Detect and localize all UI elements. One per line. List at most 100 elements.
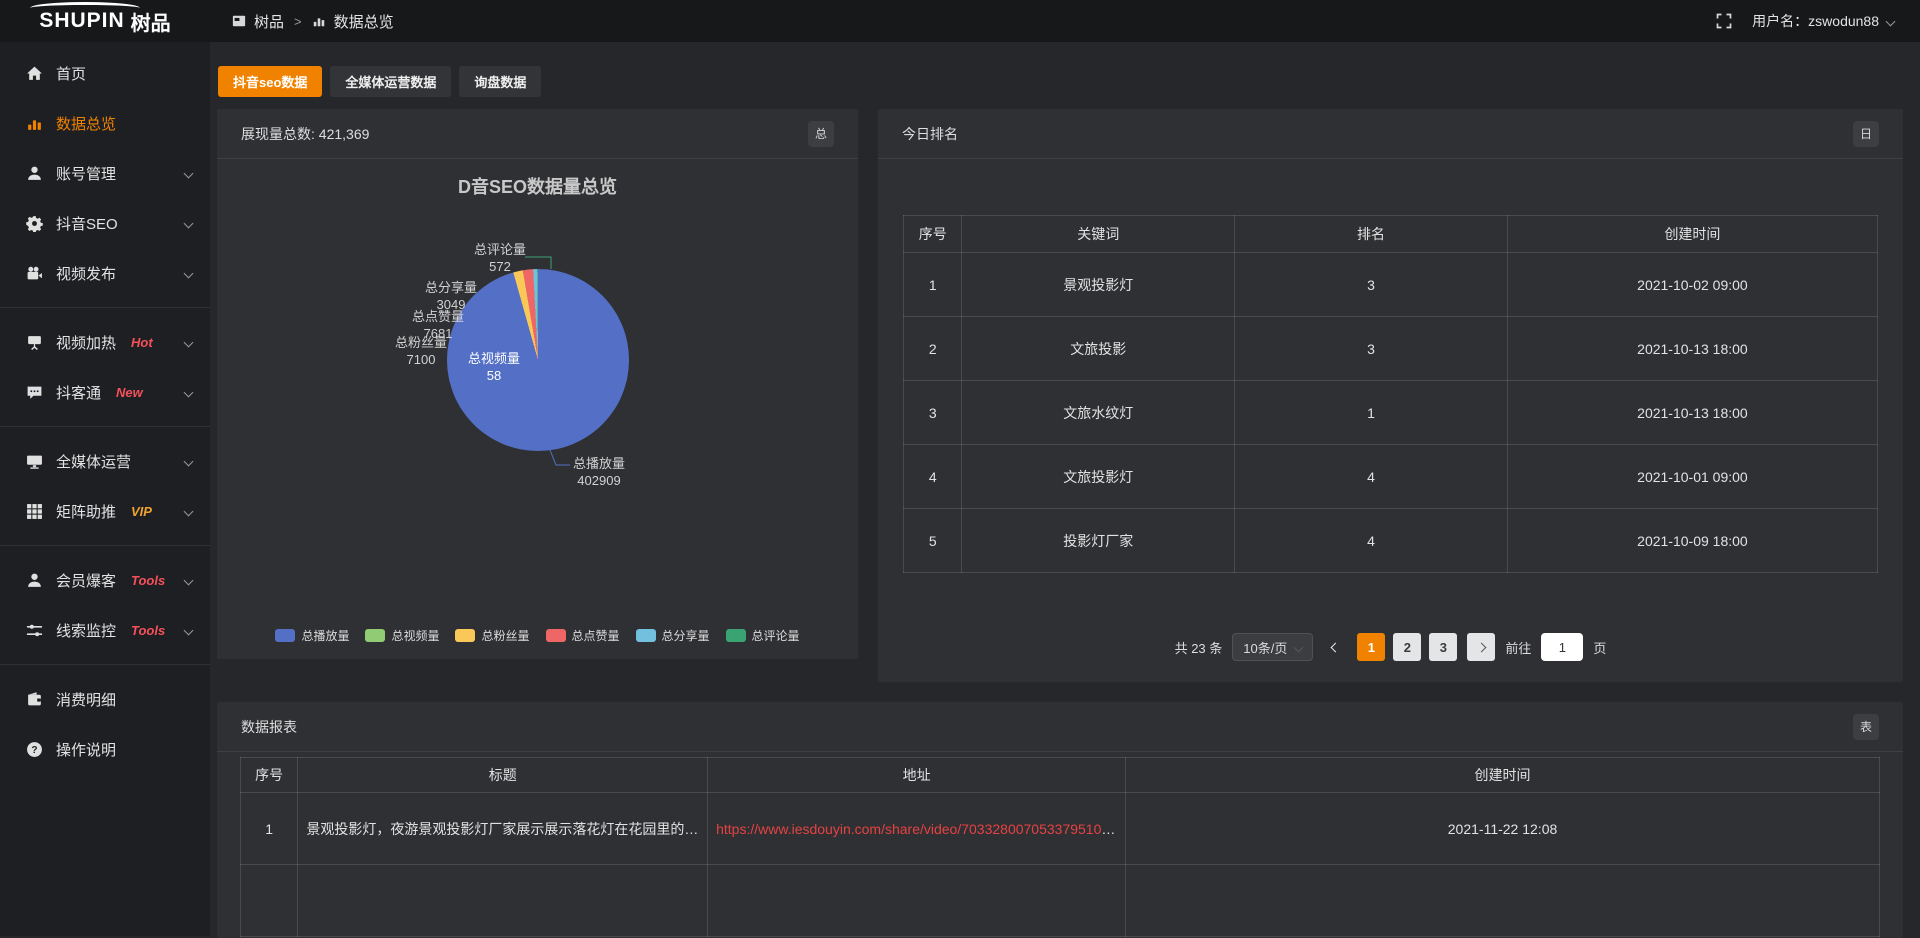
ranking-column-header: 排名 <box>1235 216 1508 253</box>
table-cell: 4 <box>904 445 962 509</box>
pager-pages: 123 <box>1357 633 1457 661</box>
bar-chart-icon <box>312 14 326 28</box>
report-table: 序号标题地址创建时间 1景观投影灯，夜游景观投影灯厂家展示展示落花灯在花园里的灯… <box>240 757 1880 937</box>
sidebar-item-media-operation[interactable]: 全媒体运营 <box>0 436 210 486</box>
chat-icon <box>26 384 43 401</box>
legend-label: 总播放量 <box>301 627 349 644</box>
table-cell: 文旅投影 <box>962 317 1235 381</box>
legend-label: 总点赞量 <box>572 627 620 644</box>
report-panel-title: 数据报表 <box>241 717 297 737</box>
goto-label: 前往 <box>1505 638 1531 657</box>
sidebar-item-data-overview[interactable]: 数据总览 <box>0 98 210 148</box>
ranking-column-header: 关键词 <box>962 216 1235 253</box>
total-count-label: 共 23 条 <box>1175 638 1223 657</box>
user-icon <box>26 165 43 182</box>
fullscreen-icon[interactable] <box>1716 13 1732 29</box>
impressions-total-label: 展现量总数: 421,369 <box>241 124 369 144</box>
legend-swatch <box>455 629 475 642</box>
sidebar-item-douketong[interactable]: 抖客通New <box>0 367 210 417</box>
sidebar-item-label: 会员爆客 <box>56 570 116 591</box>
table-row: 1景观投影灯，夜游景观投影灯厂家展示展示落花灯在花园里的灯光投影应用效果 #ht… <box>241 793 1880 865</box>
sidebar-divider <box>0 426 210 427</box>
bar-chart-icon <box>26 115 43 132</box>
legend-item[interactable]: 总点赞量 <box>546 627 620 644</box>
home-icon <box>26 65 43 82</box>
legend-swatch <box>636 629 656 642</box>
breadcrumb-separator: > <box>294 14 302 29</box>
table-cell: 3 <box>904 381 962 445</box>
breadcrumb-item-current[interactable]: 数据总览 <box>334 11 394 32</box>
total-badge-button[interactable]: 总 <box>808 121 834 147</box>
pie-label-fans: 总粉丝量 7100 <box>395 334 447 368</box>
top-bar: SHUPIN 树品 树品 > 数据总览 用户名：zswodun88 <box>0 0 1920 42</box>
table-cell: 景观投影灯 <box>962 253 1235 317</box>
menu-badge: VIP <box>131 504 152 519</box>
table-cell: 文旅水纹灯 <box>962 381 1235 445</box>
legend-item[interactable]: 总评论量 <box>726 627 800 644</box>
sidebar-item-label: 数据总览 <box>56 113 116 134</box>
tab-douyin-seo-data[interactable]: 抖音seo数据 <box>218 66 322 97</box>
pie-label-plays: 总播放量 402909 <box>573 455 625 489</box>
ranking-table: 序号关键词排名创建时间 1景观投影灯32021-10-02 09:002文旅投影… <box>903 215 1878 573</box>
sidebar-item-matrix-boost[interactable]: 矩阵助推VIP <box>0 486 210 536</box>
legend-item[interactable]: 总分享量 <box>636 627 710 644</box>
legend-swatch <box>726 629 746 642</box>
sidebar-item-label: 抖客通 <box>56 382 101 403</box>
sidebar-item-label: 全媒体运营 <box>56 451 131 472</box>
logo-text-cn: 树品 <box>131 7 171 36</box>
chevron-down-icon <box>184 625 194 635</box>
sidebar-item-video-heat[interactable]: 视频加热Hot <box>0 317 210 367</box>
sidebar-item-douyin-seo[interactable]: 抖音SEO <box>0 198 210 248</box>
report-column-header: 序号 <box>241 758 298 793</box>
table-cell: 文旅投影灯 <box>962 445 1235 509</box>
goto-page-input[interactable] <box>1541 633 1583 661</box>
sidebar-item-label: 消费明细 <box>56 689 116 710</box>
impressions-panel: 展现量总数: 421,369 总 D音SEO数据量总览 总评论量 572 <box>217 109 858 659</box>
ranking-panel-header: 今日排名 日 <box>878 109 1903 159</box>
legend-item[interactable]: 总粉丝量 <box>455 627 529 644</box>
legend-label: 总视频量 <box>391 627 439 644</box>
wallet-icon <box>26 691 43 708</box>
sidebar-item-home[interactable]: 首页 <box>0 48 210 98</box>
day-badge-button[interactable]: 日 <box>1853 121 1879 147</box>
legend-item[interactable]: 总视频量 <box>365 627 439 644</box>
chart-title: D音SEO数据量总览 <box>217 173 858 199</box>
sidebar-item-instructions[interactable]: ?操作说明 <box>0 724 210 774</box>
sliders-icon <box>26 622 43 639</box>
monitor-icon <box>26 453 43 470</box>
ranking-table-body: 1景观投影灯32021-10-02 09:002文旅投影32021-10-13 … <box>904 253 1878 573</box>
data-report-panel: 数据报表 表 序号标题地址创建时间 1景观投影灯，夜游景观投影灯厂家展示展示落花… <box>217 702 1903 938</box>
chevron-down-icon <box>184 218 194 228</box>
table-cell: 2 <box>904 317 962 381</box>
tab-inquiry-data[interactable]: 询盘数据 <box>459 66 541 97</box>
table-row: 3文旅水纹灯12021-10-13 18:00 <box>904 381 1878 445</box>
legend-item[interactable]: 总播放量 <box>275 627 349 644</box>
tab-media-operation-data[interactable]: 全媒体运营数据 <box>330 66 451 97</box>
menu-badge: Hot <box>131 335 153 350</box>
report-created-cell: 2021-11-22 12:08 <box>1126 793 1880 865</box>
breadcrumb-item-root[interactable]: 树品 <box>254 11 284 32</box>
legend-label: 总粉丝量 <box>481 627 529 644</box>
next-page-button[interactable] <box>1467 633 1495 661</box>
sidebar-item-label: 线索监控 <box>56 620 116 641</box>
table-badge-button[interactable]: 表 <box>1853 714 1879 740</box>
prev-page-button[interactable] <box>1323 633 1347 661</box>
user-menu[interactable]: 用户名：zswodun88 <box>1752 11 1894 31</box>
chevron-down-icon <box>1294 642 1304 652</box>
video-link[interactable]: https://www.iesdouyin.com/share/video/70… <box>716 821 1125 837</box>
chevron-right-icon <box>1476 642 1486 652</box>
page-button-1[interactable]: 1 <box>1357 633 1385 661</box>
page-button-2[interactable]: 2 <box>1393 633 1421 661</box>
sidebar-item-consumption-detail[interactable]: 消费明细 <box>0 674 210 724</box>
sidebar-item-video-publish[interactable]: 视频发布 <box>0 248 210 298</box>
page-button-3[interactable]: 3 <box>1429 633 1457 661</box>
page-size-select[interactable]: 10条/页 <box>1232 633 1313 661</box>
table-row-partial <box>241 865 1880 937</box>
table-cell: 2021-10-13 18:00 <box>1507 317 1877 381</box>
report-table-body: 1景观投影灯，夜游景观投影灯厂家展示展示落花灯在花园里的灯光投影应用效果 #ht… <box>241 793 1880 937</box>
person-icon <box>26 572 43 589</box>
sidebar-item-account-manage[interactable]: 账号管理 <box>0 148 210 198</box>
sidebar-item-clue-monitor[interactable]: 线索监控Tools <box>0 605 210 655</box>
sidebar-item-member-burst[interactable]: 会员爆客Tools <box>0 555 210 605</box>
sidebar-divider <box>0 307 210 308</box>
